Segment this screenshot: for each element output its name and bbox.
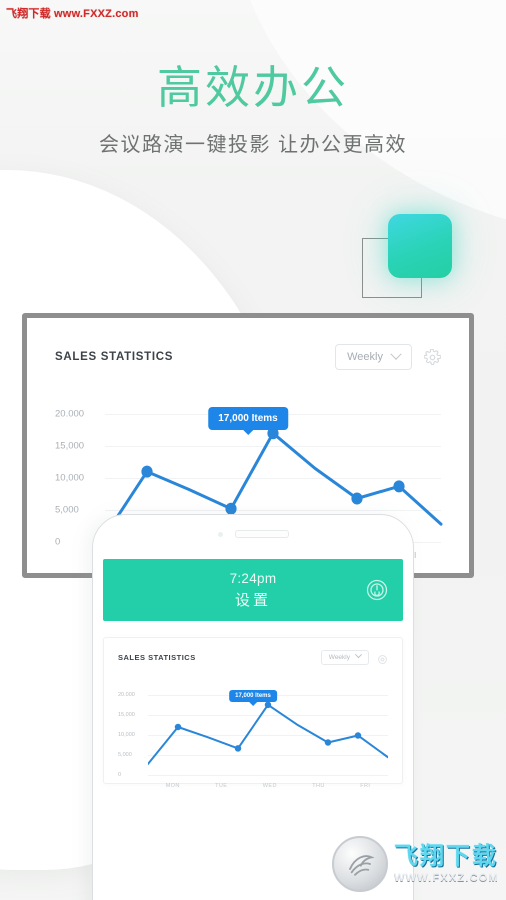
chart-y-tick: 15,000 [118, 712, 135, 718]
chart-data-point[interactable] [393, 480, 405, 493]
page-title: 高效办公 [156, 62, 349, 113]
chart-x-tick: TUE [215, 783, 228, 789]
phone-dashboard: SALES STATISTICS Weekly 0 5,000 10,000 1… [103, 637, 403, 789]
chart-data-point[interactable] [351, 492, 363, 505]
chart-data-point[interactable] [264, 701, 272, 709]
gear-icon[interactable] [377, 652, 388, 664]
chart-y-tick: 5,000 [55, 504, 79, 516]
brand-logo: 飞翔下载 WWW.FXXZ.COM [332, 836, 498, 892]
chart-x-tick: FRI [360, 783, 371, 789]
chevron-down-icon [390, 348, 402, 360]
phone-dashboard-title: SALES STATISTICS [118, 653, 196, 662]
phone-chart-tooltip: 17,000 Items [229, 690, 277, 706]
phone-chart-y-axis: 0 5,000 10,000 15,000 20.000 [118, 679, 146, 778]
site-watermark: 飞翔下载 www.FXXZ.com [6, 8, 139, 20]
chart-y-axis: 0 5,000 10,000 15,000 20.000 [55, 392, 103, 548]
app-screenshot: 飞翔下载 www.FXXZ.com 高效办公 会议路演一键投影 让办公更高效 S… [0, 0, 506, 900]
phone-earpiece-row [93, 515, 413, 553]
chart-gridline [148, 775, 388, 776]
chart-y-tick: 10,000 [118, 732, 135, 738]
phone-sales-line-chart: 0 5,000 10,000 15,000 20.000 17,000 Items MO… [118, 679, 388, 789]
chart-data-point[interactable] [354, 732, 362, 739]
clock-label: 7:24pm [229, 570, 277, 586]
chart-data-point[interactable] [234, 745, 242, 752]
chart-x-tick: WED [262, 783, 277, 789]
chart-data-point[interactable] [225, 502, 237, 515]
camera-icon [217, 531, 223, 537]
screen-title: 设置 [234, 591, 271, 609]
dashboard-header: SALES STATISTICS Weekly [55, 344, 442, 370]
phone-header-bar: 7:24pm 设置 [103, 559, 403, 621]
chart-y-tick: 20.000 [118, 692, 135, 698]
chart-y-tick: 15,000 [55, 440, 85, 452]
range-selector[interactable]: Weekly [335, 344, 412, 370]
page-subtitle: 会议路演一键投影 让办公更高效 [98, 133, 408, 156]
decor-accent-square [388, 214, 452, 278]
chart-x-tick: THU [312, 783, 325, 789]
phone-dashboard-controls: Weekly [320, 650, 388, 665]
chart-y-tick: 5,000 [118, 752, 132, 758]
speaker-grill [234, 530, 289, 538]
range-selector-label: Weekly [347, 351, 383, 363]
dashboard-title: SALES STATISTICS [55, 351, 174, 363]
brand-url: WWW.FXXZ.COM [394, 871, 499, 884]
chart-line [148, 705, 388, 764]
dashboard-controls: Weekly [335, 344, 442, 370]
phone-range-selector[interactable]: Weekly [320, 650, 369, 665]
phone-dashboard-header: SALES STATISTICS Weekly [118, 650, 388, 665]
gear-icon[interactable] [423, 348, 442, 366]
chart-y-tick: 20.000 [55, 408, 85, 420]
chart-y-tick: 0 [118, 772, 122, 778]
chevron-down-icon [354, 651, 363, 659]
chart-tooltip: 17,000 Items [208, 407, 288, 436]
chart-data-point[interactable] [141, 465, 153, 478]
chart-y-tick: 0 [55, 536, 61, 548]
brand-text: 飞翔下载 WWW.FXXZ.COM [394, 842, 499, 884]
brand-name-cn: 飞翔下载 [394, 842, 498, 870]
phone-chart-x-axis: MON TUE WED THU FRI [148, 783, 388, 789]
chart-data-point[interactable] [324, 739, 332, 746]
chart-data-point[interactable] [174, 723, 182, 731]
bird-logo-icon [332, 836, 388, 892]
chart-y-tick: 10,000 [55, 472, 85, 484]
phone-range-selector-label: Weekly [328, 654, 350, 661]
hero-section: 高效办公 会议路演一键投影 让办公更高效 [0, 62, 506, 157]
chart-x-tick: MON [165, 783, 180, 789]
power-icon[interactable] [365, 578, 389, 602]
